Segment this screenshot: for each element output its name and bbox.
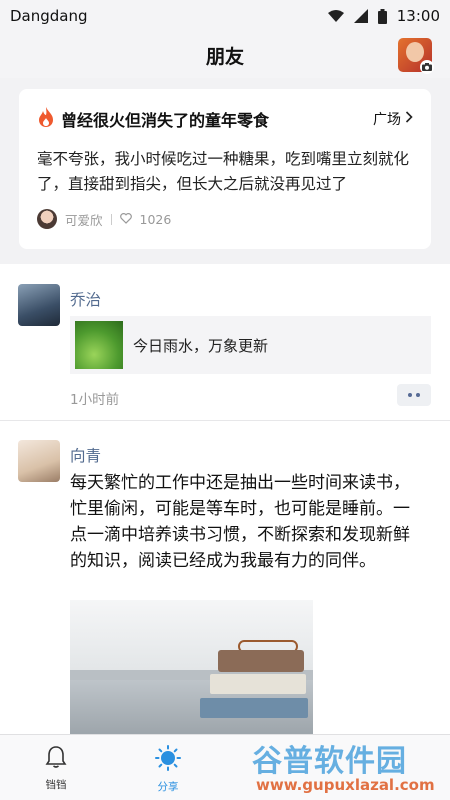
avatar[interactable] bbox=[18, 440, 60, 482]
page-title: 朋友 bbox=[205, 45, 244, 68]
avatar[interactable] bbox=[18, 284, 60, 326]
shared-link-card[interactable]: 今日雨水，万象更新 bbox=[70, 316, 431, 374]
square-link[interactable]: 广场 bbox=[373, 109, 413, 129]
clock-time: 13:00 bbox=[396, 7, 440, 25]
post-text: 每天繁忙的工作中还是抽出一些时间来读书，忙里偷闲，可能是等车时，也可能是睡前。一… bbox=[70, 473, 410, 571]
friends-feed: 乔治 今日雨水，万象更新 1小时前 向青 每天繁忙的工作中还是抽出一些时间来读书… bbox=[0, 264, 450, 734]
tab-label: 铛铛 bbox=[45, 779, 67, 791]
bottom-tab-bar: 铛铛 分享 bbox=[0, 734, 450, 800]
carrier-label: Dangdang bbox=[10, 7, 88, 25]
camera-icon bbox=[420, 60, 434, 74]
dot-icon bbox=[408, 393, 412, 397]
top-nav-bar: 朋友 bbox=[0, 32, 450, 78]
bell-icon bbox=[44, 745, 68, 773]
meta-divider bbox=[110, 213, 112, 225]
author-avatar[interactable] bbox=[37, 209, 57, 229]
status-bar: Dangdang 13:00 bbox=[0, 0, 450, 32]
tab-share[interactable]: 分享 bbox=[112, 735, 224, 800]
tab-dangdang[interactable]: 铛铛 bbox=[0, 735, 112, 800]
featured-author[interactable]: 可爱欣 bbox=[65, 210, 103, 229]
featured-meta: 可爱欣 1026 bbox=[37, 209, 413, 229]
post-author[interactable]: 向青 bbox=[70, 444, 101, 466]
chevron-right-icon bbox=[405, 111, 413, 127]
shared-title: 今日雨水，万象更新 bbox=[133, 336, 269, 355]
shared-thumbnail bbox=[75, 321, 123, 369]
featured-topic-card[interactable]: 曾经很火但消失了的童年零食 广场 毫不夸张，我小时候吃过一种糖果，吃到嘴里立刻就… bbox=[19, 89, 431, 249]
more-options-button[interactable] bbox=[397, 384, 431, 406]
my-avatar-button[interactable] bbox=[398, 38, 434, 74]
photo-book bbox=[210, 674, 306, 694]
heart-icon[interactable] bbox=[119, 212, 132, 227]
dot-icon bbox=[416, 393, 420, 397]
post-author[interactable]: 乔治 bbox=[70, 288, 101, 310]
status-icons: 13:00 bbox=[327, 7, 440, 25]
featured-title: 曾经很火但消失了的童年零食 bbox=[61, 111, 270, 130]
avatar-face bbox=[406, 42, 424, 62]
photo-book bbox=[200, 698, 308, 718]
fire-icon bbox=[37, 107, 55, 131]
post-timestamp: 1小时前 bbox=[70, 392, 120, 408]
tab-label: 分享 bbox=[157, 781, 179, 793]
signal-icon bbox=[353, 9, 368, 23]
like-count: 1026 bbox=[139, 211, 172, 227]
post-divider bbox=[0, 420, 450, 421]
featured-body: 毫不夸张，我小时候吃过一种糖果，吃到嘴里立刻就化了，直接甜到指尖，但长大之后就没… bbox=[37, 150, 410, 193]
battery-icon bbox=[377, 8, 387, 24]
sun-icon bbox=[155, 745, 181, 775]
photo-book bbox=[218, 650, 304, 672]
post-photo[interactable] bbox=[70, 600, 313, 734]
square-link-label: 广场 bbox=[373, 112, 401, 128]
wifi-icon bbox=[327, 10, 344, 22]
